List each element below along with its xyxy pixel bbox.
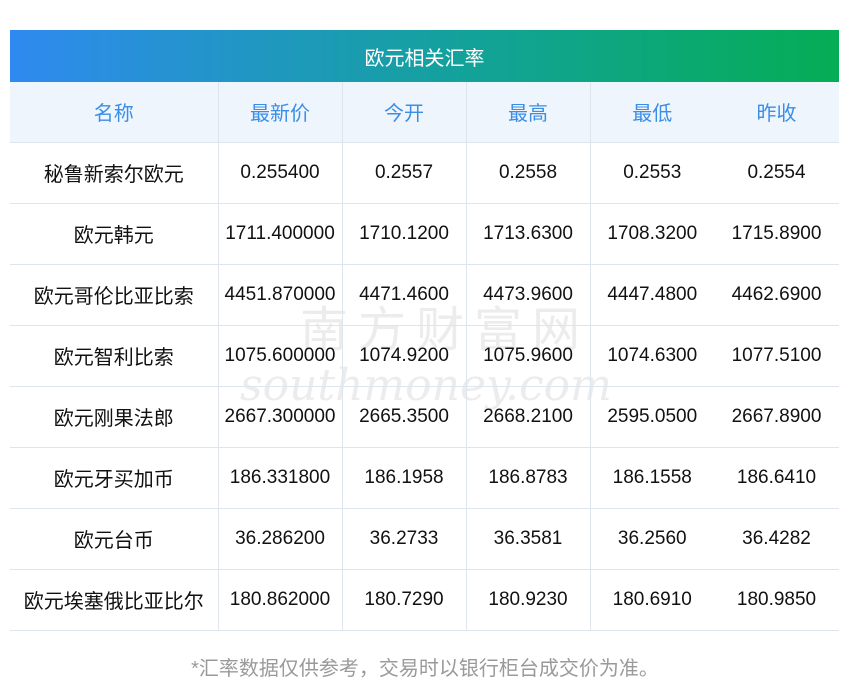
rate-cell: 1715.8900 [731,222,822,244]
rate-cell: 1074.6300 [607,344,698,366]
rate-table: 名称 最新价 今开 最高 最低 昨收 秘鲁新索尔欧元 0.255400 0.2557 0.255… [10,82,839,631]
rate-cell: 2667.300000 [218,386,343,447]
table-row: 欧元埃塞俄比亚比尔 180.862000 180.7290 180.9230 180.6… [10,569,839,630]
currency-name: 欧元牙买加币 [10,447,219,508]
currency-name: 欧元韩元 [10,203,219,264]
rate-cell: 180.7290 [342,569,467,630]
exchange-rate-panel: 欧元相关汇率 名称 最新价 今开 最高 最低 昨收 秘鲁新索尔欧元 0.255400 0.25… [10,30,839,631]
rate-cell: 4473.9600 [466,264,591,325]
rate-cell: 186.331800 [218,447,343,508]
rate-cell: 36.2733 [342,508,467,569]
rate-cell: 0.2553 [623,161,682,183]
rate-cell: 4451.870000 [218,264,343,325]
rate-cell: 180.9230 [466,569,591,630]
table-row: 欧元韩元 1711.400000 1710.1200 1713.6300 1708.32… [10,203,839,264]
rate-cell: 36.2560 [617,527,687,549]
rate-cell: 1074.9200 [342,325,467,386]
rate-cell: 186.6410 [736,466,817,488]
rate-cell: 186.1558 [612,466,692,488]
currency-name: 欧元哥伦比亚比索 [10,264,219,325]
rate-cell: 36.3581 [466,508,591,569]
column-header: 最新价 [218,82,343,142]
currency-name: 欧元刚果法郎 [10,386,219,447]
rate-cell: 36.4282 [742,527,811,549]
rate-cell: 1708.3200 [607,222,698,244]
panel-title: 欧元相关汇率 [10,30,839,82]
rate-cell: 0.2558 [466,142,591,203]
currency-name: 秘鲁新索尔欧元 [10,142,219,203]
column-header: 最低 [632,103,673,126]
rate-cell: 1077.5100 [731,344,822,366]
table-row: 欧元台币 36.286200 36.2733 36.3581 36.2560 36.428… [10,508,839,569]
column-header: 昨收 [756,103,797,126]
rate-cell: 186.8783 [466,447,591,508]
currency-name: 欧元智利比索 [10,325,219,386]
rate-cell: 186.1958 [342,447,467,508]
rate-cell: 4471.4600 [342,264,467,325]
currency-name: 欧元台币 [10,508,219,569]
rate-cell: 2665.3500 [342,386,467,447]
rate-cell: 4462.6900 [731,283,822,305]
rate-cell: 2668.2100 [466,386,591,447]
rate-cell: 0.2557 [342,142,467,203]
rate-cell: 2595.0500 [607,405,698,427]
rate-cell: 2667.8900 [731,405,822,427]
rate-cell: 36.286200 [218,508,343,569]
table-row: 欧元哥伦比亚比索 4451.870000 4471.4600 4473.9600 444… [10,264,839,325]
table-row: 欧元牙买加币 186.331800 186.1958 186.8783 186.1558… [10,447,839,508]
rate-cell: 180.6910 [612,588,692,610]
rate-cell: 1075.600000 [218,325,343,386]
footnote: *汇率数据仅供参考，交易时以银行柜台成交价为准。 [191,658,659,680]
rate-cell: 1713.6300 [466,203,591,264]
rate-cell: 0.255400 [218,142,343,203]
table-row: 欧元刚果法郎 2667.300000 2665.3500 2668.2100 2595.… [10,386,839,447]
table-row: 秘鲁新索尔欧元 0.255400 0.2557 0.2558 0.2553 0.2554 [10,142,839,203]
rate-cell: 4447.4800 [607,283,698,305]
rate-cell: 180.862000 [218,569,343,630]
column-header: 最高 [466,82,591,142]
rate-cell: 1710.1200 [342,203,467,264]
column-header: 今开 [342,82,467,142]
rate-cell: 1075.9600 [466,325,591,386]
rate-cell: 180.9850 [736,588,817,610]
table-row: 欧元智利比索 1075.600000 1074.9200 1075.9600 1074.… [10,325,839,386]
rate-cell: 0.2554 [747,161,806,183]
currency-name: 欧元埃塞俄比亚比尔 [10,569,219,630]
table-header: 名称 最新价 今开 最高 最低 昨收 [10,82,839,142]
column-header: 名称 [10,82,219,142]
rate-cell: 1711.400000 [218,203,343,264]
